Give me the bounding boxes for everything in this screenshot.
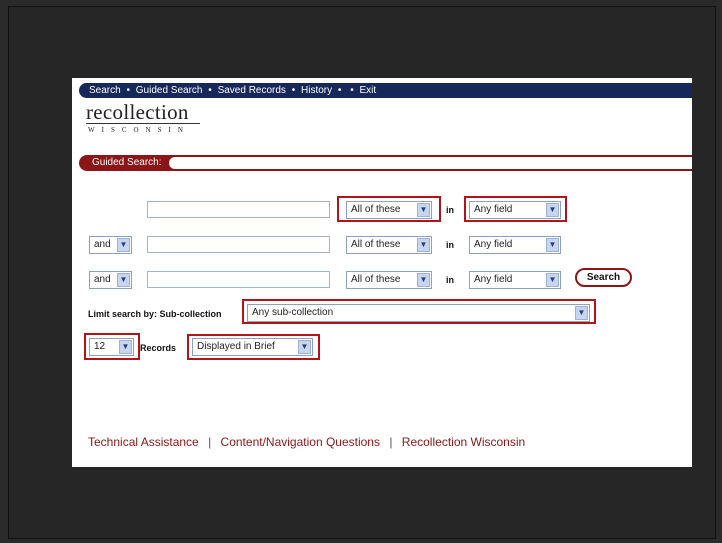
in-label: in bbox=[446, 275, 454, 285]
field-select-1[interactable]: Any field ▼ bbox=[469, 201, 561, 219]
chevron-down-icon: ▼ bbox=[117, 273, 130, 287]
chevron-down-icon: ▼ bbox=[298, 340, 311, 354]
search-term-input-3[interactable] bbox=[147, 271, 330, 288]
in-label: in bbox=[446, 205, 454, 215]
records-count-select[interactable]: 12 ▼ bbox=[89, 338, 134, 356]
match-select-value: All of these bbox=[351, 204, 401, 215]
chevron-down-icon: ▼ bbox=[119, 340, 132, 354]
chevron-down-icon: ▼ bbox=[417, 203, 430, 217]
search-term-input-1[interactable] bbox=[147, 201, 330, 218]
nav-separator: • bbox=[350, 85, 354, 96]
webpage: Search • Guided Search • Saved Records •… bbox=[72, 78, 692, 467]
chevron-down-icon: ▼ bbox=[575, 306, 588, 320]
slide-frame: Search • Guided Search • Saved Records •… bbox=[8, 6, 716, 539]
footer-separator: | bbox=[389, 435, 393, 449]
limit-subcollection-label: Limit search by: Sub-collection bbox=[88, 309, 222, 319]
subcollection-select[interactable]: Any sub-collection ▼ bbox=[247, 304, 590, 322]
recollection-wisconsin-logo[interactable]: recollection WISCONSIN bbox=[86, 102, 200, 134]
footer-separator: | bbox=[208, 435, 212, 449]
search-button[interactable]: Search bbox=[575, 268, 632, 287]
field-select-3[interactable]: Any field ▼ bbox=[469, 271, 561, 289]
match-select-value: All of these bbox=[351, 239, 401, 250]
bool-select-value: and bbox=[94, 274, 111, 285]
match-select-3[interactable]: All of these ▼ bbox=[346, 271, 432, 289]
footer-link-technical-assistance[interactable]: Technical Assistance bbox=[88, 435, 199, 449]
chevron-down-icon: ▼ bbox=[546, 203, 559, 217]
display-mode-select[interactable]: Displayed in Brief ▼ bbox=[192, 338, 313, 356]
bool-select-3[interactable]: and ▼ bbox=[89, 271, 132, 289]
match-select-value: All of these bbox=[351, 274, 401, 285]
guided-search-label: Guided Search: bbox=[92, 157, 162, 168]
footer-link-recollection-wisconsin[interactable]: Recollection Wisconsin bbox=[402, 435, 525, 449]
field-select-2[interactable]: Any field ▼ bbox=[469, 236, 561, 254]
guided-search-bar: Guided Search: bbox=[79, 155, 692, 171]
nav-separator: • bbox=[337, 85, 342, 96]
nav-saved-records[interactable]: Saved Records bbox=[218, 85, 286, 96]
nav-search[interactable]: Search bbox=[89, 85, 121, 96]
footer-links: Technical Assistance | Content/Navigatio… bbox=[88, 435, 525, 449]
footer-link-content-navigation[interactable]: Content/Navigation Questions bbox=[221, 435, 380, 449]
records-count-value: 12 bbox=[94, 341, 106, 352]
in-label: in bbox=[446, 240, 454, 250]
nav-separator: • bbox=[126, 85, 130, 96]
chevron-down-icon: ▼ bbox=[417, 238, 430, 252]
nav-separator: • bbox=[291, 85, 296, 96]
match-select-2[interactable]: All of these ▼ bbox=[346, 236, 432, 254]
chevron-down-icon: ▼ bbox=[546, 273, 559, 287]
field-select-value: Any field bbox=[474, 274, 513, 285]
guided-search-field bbox=[169, 157, 692, 169]
field-select-value: Any field bbox=[474, 204, 513, 215]
nav-guided-search[interactable]: Guided Search bbox=[136, 85, 203, 96]
bool-select-2[interactable]: and ▼ bbox=[89, 236, 132, 254]
chevron-down-icon: ▼ bbox=[417, 273, 430, 287]
nav-exit[interactable]: Exit bbox=[360, 85, 377, 96]
chevron-down-icon: ▼ bbox=[546, 238, 559, 252]
bool-select-value: and bbox=[94, 239, 111, 250]
top-navigation: Search • Guided Search • Saved Records •… bbox=[79, 83, 692, 98]
subcollection-select-value: Any sub-collection bbox=[252, 307, 334, 318]
match-select-1[interactable]: All of these ▼ bbox=[346, 201, 432, 219]
nav-history[interactable]: History bbox=[301, 85, 332, 96]
chevron-down-icon: ▼ bbox=[117, 238, 130, 252]
logo-subtitle: WISCONSIN bbox=[88, 126, 190, 134]
logo-title: recollection bbox=[86, 100, 189, 124]
display-mode-value: Displayed in Brief bbox=[197, 341, 275, 352]
nav-separator: • bbox=[208, 85, 212, 96]
records-label: Records bbox=[140, 343, 177, 353]
field-select-value: Any field bbox=[474, 239, 513, 250]
search-term-input-2[interactable] bbox=[147, 236, 330, 253]
